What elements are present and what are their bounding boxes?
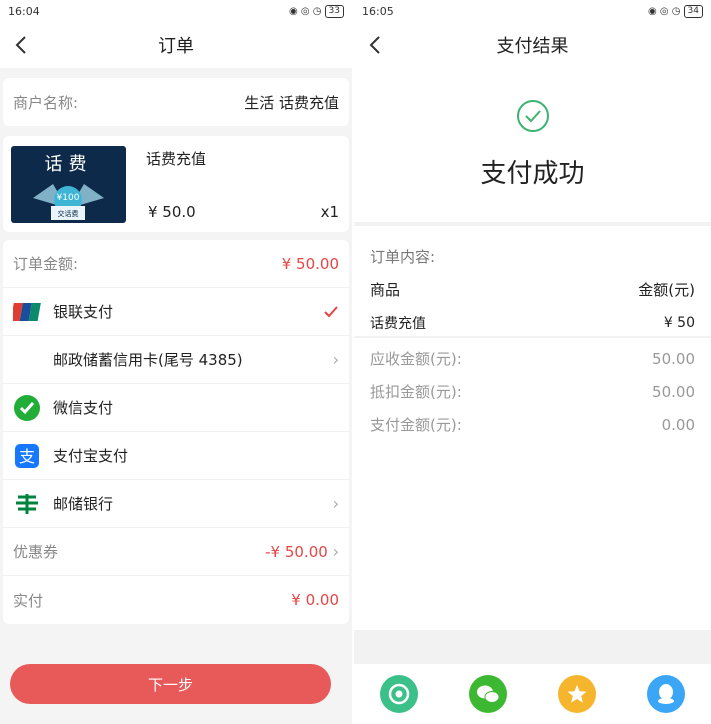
paid-value: ¥ 0.00 bbox=[291, 591, 339, 609]
product-name: 话费充值 bbox=[146, 150, 207, 168]
success-panel: 支付成功 bbox=[354, 68, 711, 222]
camera-share-icon[interactable] bbox=[379, 675, 418, 713]
page-title: 支付结果 bbox=[496, 36, 569, 57]
battery-indicator: 34 bbox=[683, 4, 703, 18]
back-arrow-icon[interactable] bbox=[364, 33, 388, 57]
share-bar bbox=[354, 664, 711, 724]
amount-value: 50.00 bbox=[652, 382, 695, 401]
table-row-amount: ¥ 50 bbox=[663, 314, 695, 331]
app-split-view: 16:04 ◉ ◎ ◷ 33 订单 商户名称: 生活 话费充值 话费 ¥100 … bbox=[0, 0, 711, 724]
product-card: 话费 ¥100 交话费 话费充值 ¥ 50.0 x1 bbox=[3, 136, 349, 232]
back-arrow-icon[interactable] bbox=[10, 33, 34, 57]
nav-bar: 支付结果 bbox=[354, 22, 711, 68]
amount-value: 50.00 bbox=[652, 349, 695, 368]
order-content-panel: 订单内容: 商品 金额(元) 话费充值 ¥ 50 bbox=[354, 226, 711, 336]
amount-line: 应收金额(元): 50.00 bbox=[370, 342, 695, 375]
coupon-value: -¥ 50.00 bbox=[265, 543, 328, 561]
payment-option-label: 银联支付 bbox=[53, 303, 114, 321]
amount-label: 抵扣金额(元): bbox=[370, 383, 462, 401]
amount-line: 支付金额(元): 0.00 bbox=[370, 408, 695, 441]
payment-card-selector[interactable]: 邮政储蓄信用卡(尾号 4385) › bbox=[3, 336, 349, 384]
chevron-right-icon: › bbox=[332, 542, 339, 561]
status-bar: 16:05 ◉ ◎ ◷ 34 bbox=[354, 0, 711, 22]
merchant-row: 商户名称: 生活 话费充值 bbox=[3, 78, 349, 126]
payment-option-unionpay[interactable]: 银联支付 bbox=[3, 288, 349, 336]
bank-card-label: 邮政储蓄信用卡(尾号 4385) bbox=[53, 351, 243, 369]
chevron-right-icon: › bbox=[332, 494, 339, 513]
payment-option-label: 支付宝支付 bbox=[53, 447, 129, 465]
status-time: 16:05 bbox=[362, 4, 394, 18]
product-image-badge: ¥100 bbox=[56, 193, 80, 203]
payment-option-label: 邮储银行 bbox=[53, 495, 114, 513]
status-bar: 16:04 ◉ ◎ ◷ 33 bbox=[0, 0, 352, 22]
merchant-value: 生活 话费充值 bbox=[244, 93, 339, 112]
product-qty: x1 bbox=[320, 203, 339, 221]
svg-text:支: 支 bbox=[19, 447, 35, 466]
table-row-item: 话费充值 bbox=[370, 315, 426, 332]
success-check-icon bbox=[516, 100, 549, 132]
order-table-head: 商品 金额(元) bbox=[370, 273, 695, 306]
amount-value: 0.00 bbox=[661, 415, 695, 434]
wechat-pay-icon bbox=[13, 394, 41, 422]
product-image-sub: 交话费 bbox=[57, 210, 79, 218]
order-amount-row: 订单金额: ¥ 50.00 bbox=[3, 240, 349, 288]
amounts-panel: 应收金额(元): 50.00 抵扣金额(元): 50.00 支付金额(元): 0… bbox=[354, 338, 711, 630]
amount-label: 支付金额(元): bbox=[370, 416, 462, 434]
order-content-label: 订单内容: bbox=[370, 248, 436, 266]
unionpay-icon bbox=[13, 298, 41, 326]
wifi-icon: ◉ ◎ ◷ bbox=[648, 5, 681, 17]
qq-share-icon[interactable] bbox=[647, 675, 686, 713]
order-amount-value: ¥ 50.00 bbox=[281, 254, 339, 273]
status-time: 16:04 bbox=[8, 4, 40, 18]
wifi-icon: ◉ ◎ ◷ bbox=[289, 5, 322, 17]
wechat-share-icon[interactable] bbox=[468, 675, 507, 713]
order-screen: 16:04 ◉ ◎ ◷ 33 订单 商户名称: 生活 话费充值 话费 ¥100 … bbox=[0, 0, 352, 724]
payment-option-wechat[interactable]: 微信支付 bbox=[3, 384, 349, 432]
merchant-card: 商户名称: 生活 话费充值 bbox=[3, 78, 349, 126]
nav-bar: 订单 bbox=[0, 22, 352, 68]
merchant-label: 商户名称: bbox=[13, 93, 79, 112]
psbc-icon bbox=[13, 490, 41, 518]
next-step-button[interactable]: 下一步 bbox=[10, 664, 331, 704]
payment-card: 订单金额: ¥ 50.00 银联支付 邮政储蓄信用卡(尾号 4385) › 微信… bbox=[3, 240, 349, 624]
table-row: 话费充值 ¥ 50 bbox=[370, 306, 695, 339]
payment-option-psbc[interactable]: 邮储银行 › bbox=[3, 480, 349, 528]
payment-option-label: 微信支付 bbox=[53, 399, 114, 417]
success-text: 支付成功 bbox=[480, 159, 585, 189]
alipay-icon: 支 bbox=[13, 442, 41, 470]
battery-indicator: 33 bbox=[324, 4, 344, 18]
table-head-item: 商品 bbox=[370, 281, 401, 299]
payment-option-alipay[interactable]: 支 支付宝支付 bbox=[3, 432, 349, 480]
checkmark-icon bbox=[324, 305, 338, 317]
table-head-amount: 金额(元) bbox=[638, 281, 695, 299]
paid-label: 实付 bbox=[13, 591, 44, 610]
amount-label: 应收金额(元): bbox=[370, 350, 462, 368]
page-title: 订单 bbox=[158, 36, 194, 57]
amount-line: 抵扣金额(元): 50.00 bbox=[370, 375, 695, 408]
star-share-icon[interactable] bbox=[558, 675, 597, 713]
coupon-label: 优惠券 bbox=[13, 543, 59, 561]
product-price: ¥ 50.0 bbox=[148, 203, 196, 221]
product-image: 话费 ¥100 交话费 bbox=[11, 146, 126, 223]
payment-result-screen: 16:05 ◉ ◎ ◷ 34 支付结果 支付成功 订单内容: 商品 金额(元) … bbox=[354, 0, 711, 724]
order-amount-label: 订单金额: bbox=[13, 255, 79, 273]
coupon-row[interactable]: 优惠券 -¥ 50.00 › bbox=[3, 528, 349, 576]
chevron-right-icon: › bbox=[332, 350, 339, 369]
paid-row: 实付 ¥ 0.00 bbox=[3, 576, 349, 624]
